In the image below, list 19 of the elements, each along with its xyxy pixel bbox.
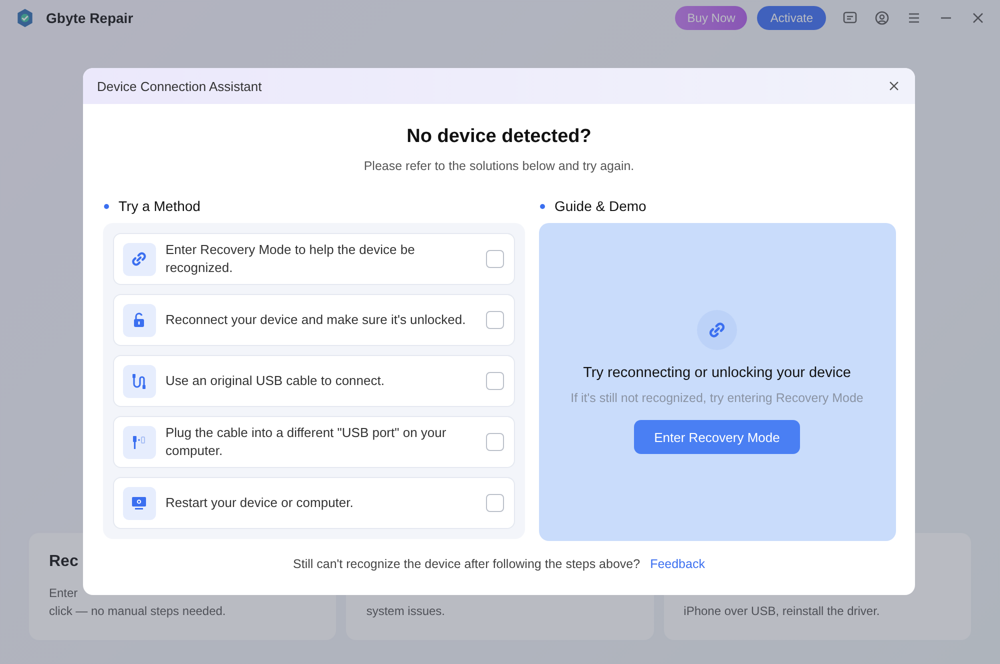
card-description: iPhone over USB, reinstall the driver.	[684, 603, 880, 620]
section-label: Try a Method	[118, 198, 200, 214]
guide-heading: Try reconnecting or unlocking your device	[583, 365, 851, 381]
method-text: Reconnect your device and make sure it's unlocked.	[166, 311, 467, 329]
dialog-title: Device Connection Assistant	[97, 78, 262, 94]
section-label: Guide & Demo	[554, 198, 646, 214]
card-description: system issues.	[366, 603, 446, 620]
card-title: Rec	[49, 553, 78, 572]
card-description: click — no manual steps needed.	[49, 603, 226, 620]
method-text: Restart your device or computer.	[166, 494, 354, 512]
footer-text: Still can't recognize the device after following the steps above?	[293, 557, 640, 571]
dialog-subtitle: Please refer to the solutions below and try again.	[364, 159, 634, 173]
guide-text: If it's still not recognized, try entering Recovery Mode	[570, 390, 864, 407]
card-description: Enter	[49, 585, 78, 602]
method-text: Enter Recovery Mode to help the device be recognized.	[166, 241, 416, 277]
method-text: Plug the cable into a different "USB port" on your computer.	[166, 424, 448, 460]
dialog-heading: No device detected?	[406, 126, 592, 148]
method-text: Use an original USB cable to connect.	[166, 372, 386, 390]
app-title: Gbyte Repair	[46, 10, 134, 26]
